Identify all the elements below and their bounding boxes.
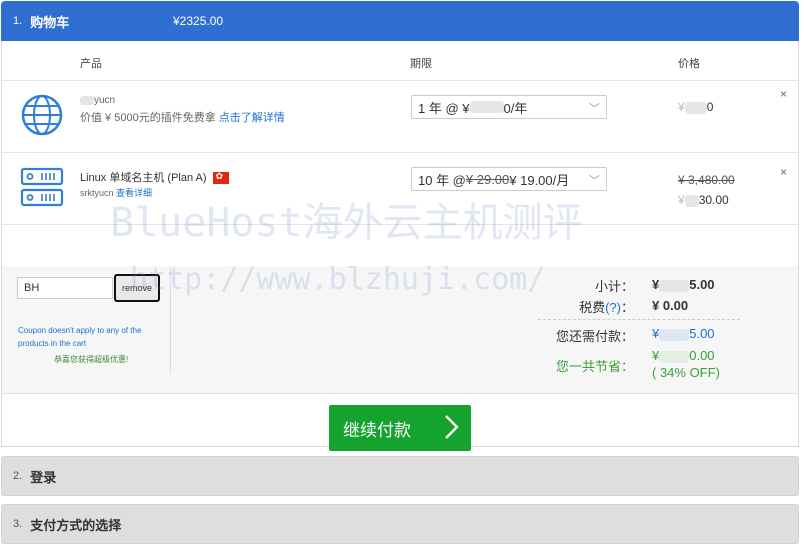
summary-divider [170,266,171,374]
continue-payment-button[interactable]: 继续付款 [329,405,471,451]
savings-percent: ( 34% OFF) [652,365,720,380]
subtotal-value: ¥5.00 [652,277,715,292]
amount-due-label: 您还需付款： [555,329,634,344]
coupon-input[interactable] [17,277,113,299]
view-details-link[interactable]: 查看详细 [116,188,152,198]
cart-column-headers: 产品 期限 价格 [2,41,798,81]
item-name: Linux 单域名主机 (Plan A) [80,169,229,185]
step-title: 登录 [30,469,57,485]
item-original-price: ¥ 3,480.00 [678,173,735,187]
cart-total: ¥2325.00 [173,14,224,28]
tax-value: ¥ 0.00 [652,298,689,313]
server-icon [20,167,64,207]
chevron-right-icon [445,415,459,439]
remove-item-icon[interactable]: × [780,165,787,179]
step-number: 1. [13,15,23,27]
column-period: 期限 [410,58,432,70]
item-price: ¥0 [678,100,714,114]
item-name: yucn [80,95,115,106]
checkout-page: 1. 购物车 ¥2325.00 产品 期限 价格 yucn 价值 ¥ 5000元… [1,1,799,451]
chevron-down-icon: ﹀ [589,175,600,187]
step-title: 购物车 [30,14,70,30]
column-product: 产品 [80,58,102,70]
cart-item-domain: yucn 价值 ¥ 5000元的插件免费拿 点击了解详情 1 年 @ ¥0/年 … [2,81,798,153]
remove-item-icon[interactable]: × [780,87,787,101]
step-title: 支付方式的选择 [30,517,122,533]
column-price: 价格 [678,58,700,70]
remove-coupon-button[interactable]: remove [114,274,160,302]
item-domain: srktyucn 查看详细 [80,188,153,198]
item-description: 价值 ¥ 5000元的插件免费拿 点击了解详情 [80,112,285,124]
promo-details-link[interactable]: 点击了解详情 [219,112,285,124]
summary-separator [538,319,740,320]
step-cart-header[interactable]: 1. 购物车 ¥2325.00 [1,1,799,41]
item-price: ¥30.00 [678,193,729,207]
cart-item-hosting: Linux 单域名主机 (Plan A) srktyucn 查看详细 10 年 … [2,153,798,225]
period-select-hosting[interactable]: 10 年 @ ¥ 29.00 ¥ 19.00/月 ﹀ [411,167,607,191]
continue-payment-label: 继续付款 [343,420,411,440]
step-login-header[interactable]: 2. 登录 [1,456,799,496]
period-select-domain[interactable]: 1 年 @ ¥0/年 ﹀ [411,95,607,119]
order-summary: remove Coupon doesn't apply to any of th… [2,266,798,394]
coupon-message: Coupon doesn't apply to any of the produ… [18,326,142,348]
subtotal-label: 小计： [594,279,634,294]
step-number: 2. [13,470,23,482]
step-number: 3. [13,518,23,530]
chevron-down-icon: ﹀ [589,103,600,115]
hong-kong-flag-icon [212,171,229,185]
tax-label: 税费(?)： [579,300,634,315]
cart-panel: 产品 期限 价格 yucn 价值 ¥ 5000元的插件免费拿 点击了解详情 1 … [1,41,799,451]
coupon-success: 恭喜您获得超级优惠! [54,355,129,364]
tax-help-icon[interactable]: (?) [605,300,621,315]
step-payment-header[interactable]: 3. 支付方式的选择 [1,504,799,544]
amount-due-value: ¥5.00 [652,326,715,341]
savings-label: 您一共节省： [555,359,634,374]
globe-icon [21,94,63,136]
savings-value: ¥0.00 [652,348,715,363]
